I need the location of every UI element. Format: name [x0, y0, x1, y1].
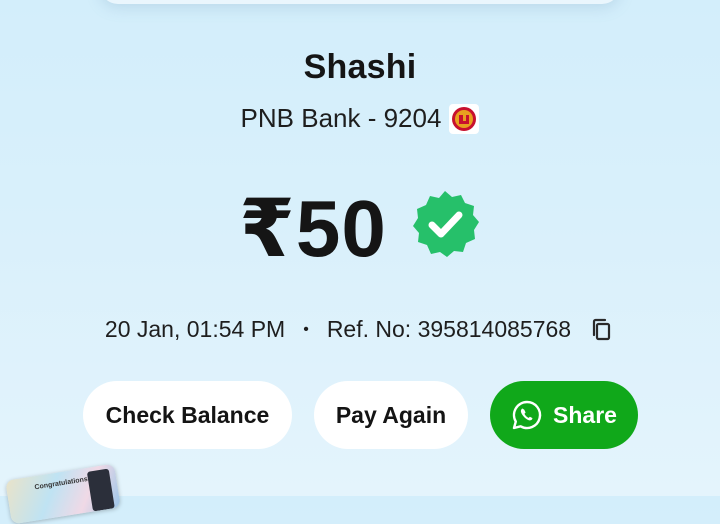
verified-check-icon: [412, 191, 479, 257]
promo-text: Congratulations: [34, 475, 89, 492]
payee-name: Shashi: [303, 48, 417, 86]
pay-again-button[interactable]: Pay Again: [314, 381, 468, 449]
transaction-date-time: 20 Jan, 01:54 PM: [104, 316, 286, 342]
reference-number: Ref. No: 395814085768: [326, 316, 572, 342]
promo-thumbnail[interactable]: Congratulations: [5, 463, 121, 524]
check-balance-button[interactable]: Check Balance: [83, 381, 292, 449]
amount-row: ₹50: [0, 186, 720, 272]
payment-amount: ₹50: [239, 184, 387, 273]
copy-icon[interactable]: [589, 317, 615, 343]
pnb-bank-logo-icon: [449, 103, 480, 134]
share-label: Share: [553, 401, 617, 428]
whatsapp-icon: [512, 400, 542, 430]
pay-again-label: Pay Again: [335, 401, 447, 428]
promo-phone-graphic: [86, 468, 115, 512]
top-card-edge: [100, 0, 620, 4]
share-button[interactable]: Share: [490, 381, 638, 449]
separator-dot: •: [303, 320, 309, 338]
check-balance-label: Check Balance: [105, 401, 270, 428]
bank-account-label: PNB Bank - 9204: [240, 103, 442, 133]
transaction-meta-row: 20 Jan, 01:54 PM • Ref. No: 395814085768: [0, 316, 720, 343]
bank-account-row: PNB Bank - 9204: [0, 103, 720, 134]
